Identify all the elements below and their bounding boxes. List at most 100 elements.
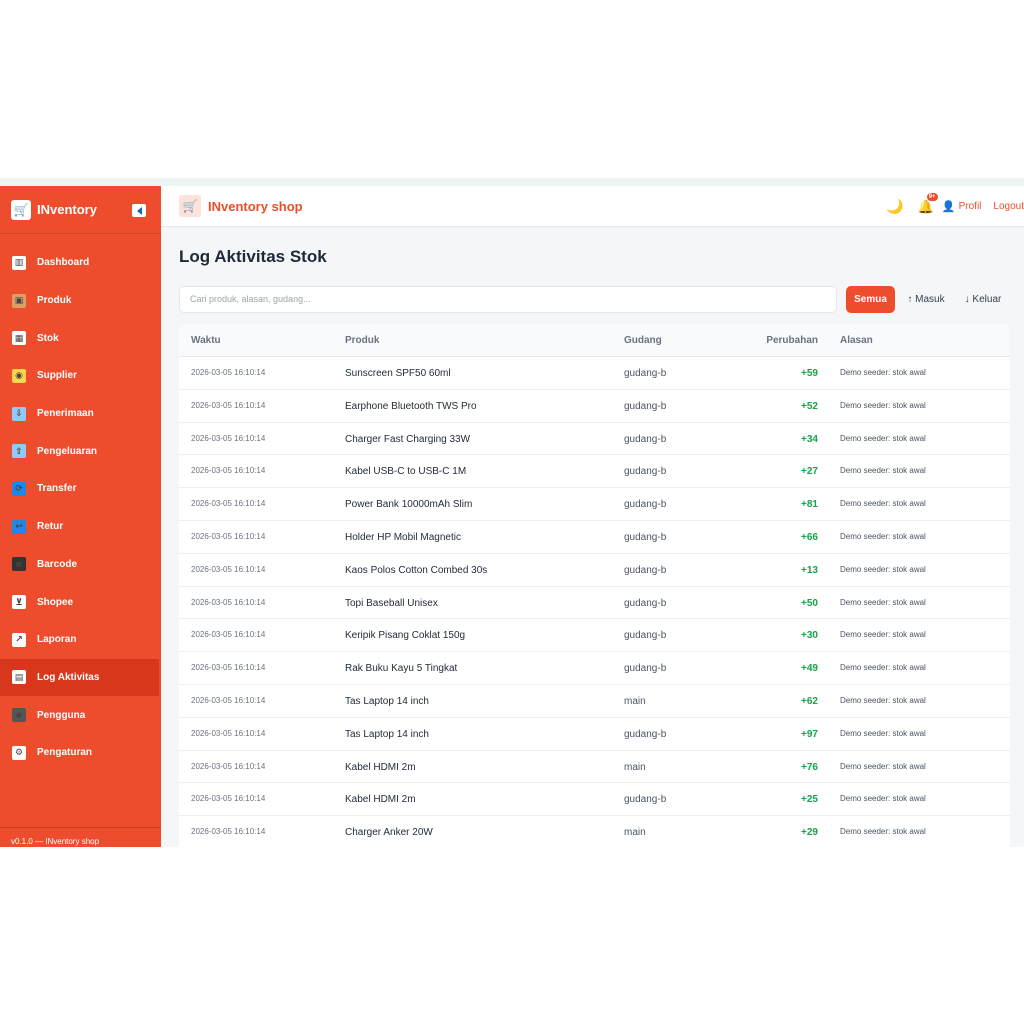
cell-time: 2026-03-05 16:10:14 [191,531,266,541]
cell-product: Topi Baseball Unisex [345,597,438,609]
table-row: 2026-03-05 16:10:14 Tas Laptop 14 inch mai… [179,685,1010,718]
handshake-icon: ◉ [12,368,26,383]
cell-change: +49 [801,663,818,675]
users-icon: ☻ [12,708,26,723]
table-row: 2026-03-05 16:10:14 Sunscreen SPF50 60ml g… [179,357,1010,390]
cell-time: 2026-03-05 16:10:14 [191,597,266,607]
cell-product: Tas Laptop 14 inch [345,695,429,707]
cell-product: Earphone Bluetooth TWS Pro [345,400,477,412]
cell-change: +76 [801,761,818,773]
sidebar-item-label: Pengeluaran [37,445,98,457]
column-header-product: Produk [345,335,380,346]
table-row: 2026-03-05 16:10:14 Power Bank 10000mAh S… [179,488,1010,521]
sidebar-item-penerimaan[interactable]: ⇩ Penerimaan [0,395,161,433]
sidebar-item-label: Stok [37,332,59,344]
cart-icon: ⊻ [12,595,26,610]
shop-title: INventory shop [208,198,303,214]
profile-label: Profil [958,201,982,212]
cell-reason: Demo seeder: stok awal [840,597,926,607]
cell-product: Rak Buku Kayu 5 Tingkat [345,663,458,675]
sidebar-item-laporan[interactable]: ↗ Laporan [0,621,161,659]
cell-change: +13 [801,564,818,576]
sidebar-item-label: Dashboard [37,257,90,269]
cell-reason: Demo seeder: stok awal [840,761,926,771]
cell-warehouse: gudang-b [624,564,667,576]
cell-product: Kaos Polos Cotton Combed 30s [345,564,488,576]
filter-all-button[interactable]: Semua [846,286,895,313]
cell-reason: Demo seeder: stok awal [840,368,926,377]
sidebar-item-pengguna[interactable]: ☻ Pengguna [0,696,161,734]
app-window: 🛒 INventory ▥ Dashboard ▣ Produk ▦ Stok ◉ Suppl… [0,186,1024,847]
return-icon: ↩ [12,519,26,534]
cell-warehouse: gudang-b [624,794,667,806]
cell-time: 2026-03-05 16:10:14 [191,630,266,640]
table-row: 2026-03-05 16:10:14 Kabel HDMI 2m gudang-b… [179,783,1010,817]
dark-mode-toggle-icon[interactable]: 🌙 [886,198,903,215]
cell-reason: Demo seeder: stok awal [840,499,926,509]
sidebar-item-transfer[interactable]: ⟳ Transfer [0,470,161,508]
cell-warehouse: main [624,695,646,707]
table-row: 2026-03-05 16:10:14 Holder HP Mobil Magne… [179,521,1010,554]
sidebar-item-log-aktivitas[interactable]: ▤ Log Aktivitas [0,658,159,697]
sidebar-item-label: Penerimaan [37,408,94,420]
cell-change: +29 [801,827,818,839]
sidebar-item-supplier[interactable]: ◉ Supplier [0,357,161,395]
cell-change: +66 [801,531,818,543]
sidebar-item-barcode[interactable]: ◙ Barcode [0,546,161,584]
sidebar-item-stok[interactable]: ▦ Stok [0,319,161,357]
table-header: Waktu Produk Gudang Perubahan Alasan [179,324,1010,357]
cell-change: +30 [801,630,818,642]
sidebar-item-label: Retur [37,521,64,533]
notification-bell-icon[interactable]: 🔔 9+ [918,192,938,215]
logout-link[interactable]: Logout [993,201,1024,212]
cell-warehouse: gudang-b [624,728,667,740]
cell-product: Kabel HDMI 2m [345,794,416,806]
cell-warehouse: gudang-b [624,630,667,642]
cell-reason: Demo seeder: stok awal [840,564,926,574]
refresh-icon: ⟳ [12,481,26,496]
column-header-change: Perubahan [766,335,818,346]
table-row: 2026-03-05 16:10:14 Rak Buku Kayu 5 Tingk… [179,652,1010,685]
cell-time: 2026-03-05 16:10:14 [191,466,266,476]
cell-change: +50 [801,597,818,609]
cell-time: 2026-03-05 16:10:14 [191,368,266,377]
sidebar-item-dashboard[interactable]: ▥ Dashboard [0,244,161,282]
table-row: 2026-03-05 16:10:14 Keripik Pisang Coklat… [179,619,1010,653]
cell-product: Tas Laptop 14 inch [345,728,429,740]
cell-time: 2026-03-05 16:10:14 [191,827,266,837]
cell-time: 2026-03-05 16:10:14 [191,564,266,574]
sidebar-item-retur[interactable]: ↩ Retur [0,508,161,546]
clipboard-icon: ▤ [12,670,26,685]
sidebar-item-pengaturan[interactable]: ⚙ Pengaturan [0,734,161,772]
profile-link[interactable]: 👤 Profil [942,200,982,213]
cell-change: +81 [801,499,818,511]
top-strip [0,178,1024,186]
sidebar-item-shopee[interactable]: ⊻ Shopee [0,583,161,621]
cell-time: 2026-03-05 16:10:14 [191,433,266,443]
sidebar-footer: v0.1.0 — INventory shop [0,827,161,847]
notification-badge: 9+ [926,192,938,201]
sidebar-item-pengeluaran[interactable]: ⇧ Pengeluaran [0,432,161,470]
cell-reason: Demo seeder: stok awal [840,695,926,705]
user-icon: 👤 [941,201,956,213]
table-row: 2026-03-05 16:10:14 Kabel USB-C to USB-C … [179,455,1010,489]
cell-warehouse: gudang-b [624,499,667,511]
cell-product: Sunscreen SPF50 60ml [345,368,451,379]
table-row: 2026-03-05 16:10:14 Charger Anker 20W main… [179,816,1010,847]
sidebar-nav: ▥ Dashboard ▣ Produk ▦ Stok ◉ Supplier ⇩ Penerima… [0,244,161,772]
cell-change: +25 [801,794,818,806]
filter-in-button[interactable]: ↑ Masuk [901,286,951,313]
sidebar-item-label: Laporan [37,634,77,646]
cell-warehouse: gudang-b [624,400,667,412]
filter-out-button[interactable]: ↓ Keluar [958,286,1008,313]
table-row: 2026-03-05 16:10:14 Earphone Bluetooth TW… [179,390,1010,423]
cell-time: 2026-03-05 16:10:14 [191,728,266,738]
sidebar-item-label: Log Aktivitas [37,671,100,683]
cell-product: Kabel USB-C to USB-C 1M [345,466,467,478]
collapse-sidebar-button[interactable] [132,204,146,217]
box-icon: ▣ [12,293,26,308]
shop-logo-icon: 🛒 [179,195,201,217]
search-input[interactable]: Cari produk, alasan, gudang... [179,286,837,313]
sidebar-item-produk[interactable]: ▣ Produk [0,282,161,320]
cell-time: 2026-03-05 16:10:14 [191,695,266,705]
